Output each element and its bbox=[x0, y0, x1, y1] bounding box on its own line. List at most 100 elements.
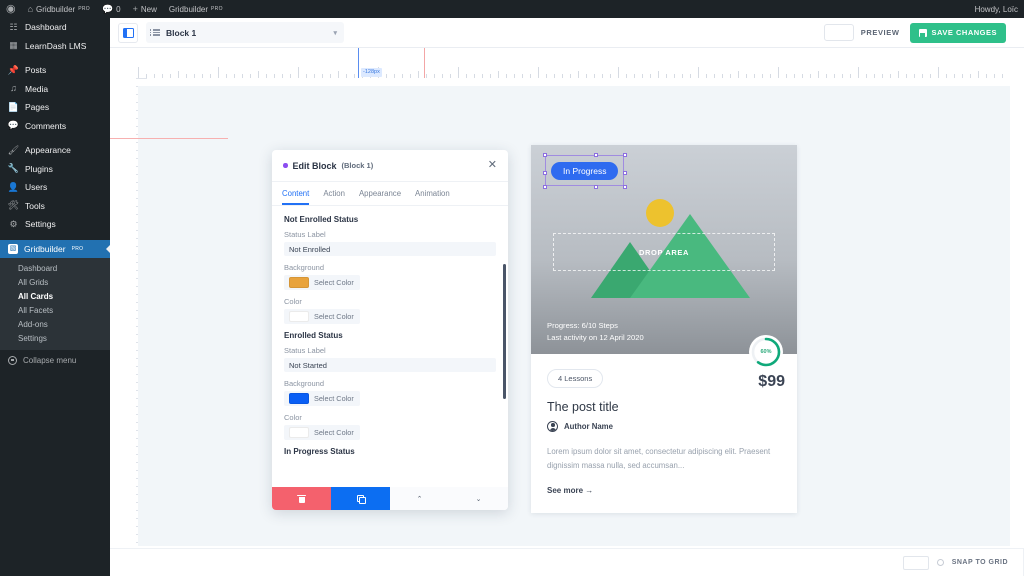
sidebar-item-label: LearnDash LMS bbox=[25, 40, 87, 51]
learndash-icon: ▦ bbox=[9, 40, 18, 51]
sidebar-item-sup: PRO bbox=[71, 245, 84, 252]
wp-logo-menu[interactable]: ◉ bbox=[0, 0, 22, 18]
resize-handle-sw[interactable] bbox=[542, 184, 547, 189]
edit-block-header: Edit Block (Block 1) ✕ bbox=[272, 150, 508, 182]
panel-scrollbar[interactable] bbox=[503, 264, 506, 399]
panel-toggle-button[interactable] bbox=[118, 22, 138, 43]
users-icon: 👤 bbox=[7, 181, 20, 192]
field-label-status-label: Status Label bbox=[284, 346, 326, 355]
wp-admin-bar: ◉ ⌂ Gridbuilder PRO 💬 0 + New Gridbuilde… bbox=[0, 0, 1024, 18]
card-media: DROP AREA In Progress Progress: 6/10 Ste… bbox=[531, 145, 797, 354]
my-account-menu[interactable]: Howdy, Loïc bbox=[969, 0, 1024, 18]
submenu-item-all-cards[interactable]: All Cards bbox=[0, 289, 110, 303]
sidebar-item-label: Dashboard bbox=[25, 22, 67, 33]
status-label-input[interactable]: Not Started bbox=[284, 358, 496, 372]
save-changes-button[interactable]: SAVE CHANGES bbox=[909, 22, 1006, 43]
sidebar-item-comments[interactable]: 💬 Comments bbox=[0, 117, 110, 136]
collapse-menu-button[interactable]: Collapse menu bbox=[0, 350, 110, 370]
snap-to-grid-label: SNAP TO GRID bbox=[951, 559, 1008, 566]
submenu-item-all-facets[interactable]: All Facets bbox=[0, 303, 110, 317]
resize-handle-nw[interactable] bbox=[542, 152, 547, 157]
resize-handle-e[interactable] bbox=[622, 171, 627, 175]
submenu-item-add-ons[interactable]: Add-ons bbox=[0, 317, 110, 331]
author-name: Author Name bbox=[564, 422, 613, 431]
text-color-picker[interactable]: Select Color bbox=[284, 425, 360, 440]
list-icon bbox=[150, 29, 160, 36]
status-badge-wrapper[interactable]: In Progress bbox=[542, 152, 627, 189]
sidebar-item-label: Appearance bbox=[25, 145, 71, 156]
preview-control[interactable]: PREVIEW bbox=[823, 24, 900, 41]
tab-content[interactable]: Content bbox=[282, 189, 310, 205]
vertical-guide-blue[interactable] bbox=[358, 48, 359, 78]
preview-swatch[interactable] bbox=[823, 24, 854, 41]
submenu-item-dashboard[interactable]: Dashboard bbox=[0, 261, 110, 275]
drop-area[interactable]: DROP AREA bbox=[553, 233, 775, 271]
sidebar-item-users[interactable]: 👤 Users bbox=[0, 178, 110, 197]
duplicate-block-button[interactable] bbox=[331, 487, 390, 510]
text-color-picker[interactable]: Select Color bbox=[284, 309, 360, 324]
comment-icon: 💬 bbox=[7, 120, 20, 131]
sidebar-item-plugins[interactable]: 🔧 Plugins bbox=[0, 160, 110, 179]
resize-handle-w[interactable] bbox=[542, 171, 547, 175]
lessons-badge[interactable]: 4 Lessons bbox=[547, 369, 604, 388]
field-label-background: Background bbox=[284, 263, 325, 272]
delete-block-button[interactable] bbox=[272, 487, 331, 510]
comments-menu[interactable]: 💬 0 bbox=[96, 0, 127, 18]
sidebar-item-posts[interactable]: 📌 Posts bbox=[0, 61, 110, 80]
builder-toolbar: Block 1 ▾ PREVIEW SAVE CHANGES bbox=[110, 18, 1024, 48]
home-icon: ⌂ bbox=[27, 3, 34, 14]
sidebar-item-tools[interactable]: 🛠 Tools bbox=[0, 197, 110, 216]
background-color-picker[interactable]: Select Color bbox=[284, 391, 360, 406]
gridbuilder-menu[interactable]: Gridbuilder PRO bbox=[163, 0, 229, 18]
resize-handle-s[interactable] bbox=[594, 184, 598, 189]
submenu-item-all-grids[interactable]: All Grids bbox=[0, 275, 110, 289]
sidebar-item-settings[interactable]: ⚙ Settings bbox=[0, 215, 110, 234]
preview-label: PREVIEW bbox=[860, 28, 900, 37]
sidebar-item-dashboard[interactable]: ☷ Dashboard bbox=[0, 18, 110, 37]
gridbuilder-label: Gridbuilder bbox=[168, 4, 209, 14]
sidebar-item-label: Comments bbox=[25, 120, 67, 131]
see-more-link[interactable]: See more → bbox=[547, 486, 781, 495]
edit-block-panel: Edit Block (Block 1) ✕ Content Action Ap… bbox=[272, 150, 508, 510]
move-block-down-button[interactable]: ⌄ bbox=[449, 487, 508, 510]
resize-handle-ne[interactable] bbox=[622, 152, 627, 157]
comment-icon: 💬 bbox=[101, 3, 114, 14]
sidebar-item-gridbuilder[interactable]: ▧ Gridbuilder PRO bbox=[0, 239, 110, 258]
status-label-input[interactable]: Not Enrolled bbox=[284, 242, 496, 256]
resize-handle-n[interactable] bbox=[594, 152, 598, 157]
sidebar-item-media[interactable]: ♫ Media bbox=[0, 80, 110, 99]
admin-sidebar: ☷ Dashboard ▦ LearnDash LMS 📌 Posts ♫ Me… bbox=[0, 18, 110, 576]
sidebar-item-label: Posts bbox=[25, 65, 47, 76]
move-block-up-button[interactable]: ⌃ bbox=[390, 487, 449, 510]
new-content-menu[interactable]: + New bbox=[127, 0, 163, 18]
horizontal-ruler[interactable]: -128px bbox=[110, 48, 1024, 78]
edit-block-body[interactable]: Not Enrolled Status Status Label Not Enr… bbox=[272, 206, 508, 487]
close-icon[interactable]: ✕ bbox=[488, 160, 497, 171]
sidebar-item-appearance[interactable]: 🖌 Appearance bbox=[0, 141, 110, 160]
background-color-picker[interactable]: Select Color bbox=[284, 275, 360, 290]
select-color-label: Select Color bbox=[314, 428, 354, 437]
site-name-menu[interactable]: ⌂ Gridbuilder PRO bbox=[22, 0, 96, 18]
gridbuilder-icon: ▧ bbox=[8, 243, 18, 254]
collapse-menu-label: Collapse menu bbox=[23, 355, 77, 365]
sidebar-item-label: Users bbox=[25, 182, 48, 193]
post-title[interactable]: The post title bbox=[547, 400, 781, 414]
tab-animation[interactable]: Animation bbox=[415, 189, 450, 205]
card-preview[interactable]: DROP AREA In Progress Progress: 6/10 Ste… bbox=[531, 145, 797, 513]
sidebar-item-label: Pages bbox=[25, 102, 50, 113]
last-activity-line: Last activity on 12 April 2020 bbox=[547, 333, 644, 342]
snap-to-grid-toggle[interactable] bbox=[902, 555, 929, 570]
horizontal-guide-red[interactable] bbox=[110, 138, 228, 139]
tab-action[interactable]: Action bbox=[323, 189, 345, 205]
resize-handle-se[interactable] bbox=[622, 184, 627, 189]
vertical-guide-red[interactable] bbox=[424, 48, 425, 78]
price-label: $99 bbox=[758, 373, 785, 390]
guide-measure-badge: -128px bbox=[361, 68, 382, 77]
submenu-item-settings[interactable]: Settings bbox=[0, 331, 110, 345]
sidebar-item-pages[interactable]: 📄 Pages bbox=[0, 98, 110, 117]
tab-appearance[interactable]: Appearance bbox=[359, 189, 401, 205]
sidebar-item-learndash-lms[interactable]: ▦ LearnDash LMS bbox=[0, 37, 110, 56]
site-name-sup: PRO bbox=[78, 6, 90, 12]
block-selector-dropdown[interactable]: Block 1 ▾ bbox=[146, 22, 344, 43]
chevron-down-icon: ⌄ bbox=[475, 495, 482, 503]
